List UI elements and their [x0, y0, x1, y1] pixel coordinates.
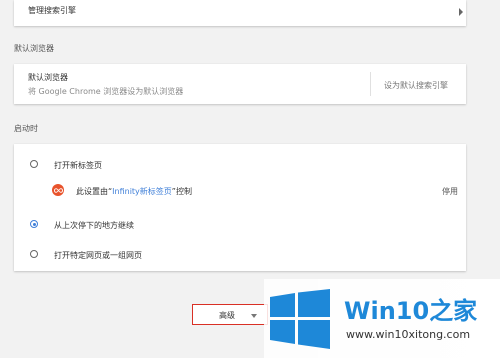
radio-continue[interactable] — [30, 220, 38, 228]
watermark-brand-name: Win10 — [344, 297, 430, 325]
radio-new-tab[interactable] — [30, 160, 38, 168]
win10-watermark: Win10之家 www.win10xitong.com — [264, 279, 500, 358]
chevron-right-icon — [459, 8, 463, 16]
startup-section-title: 启动时 — [14, 124, 38, 133]
disable-extension-button[interactable]: 停用 — [442, 186, 458, 197]
startup-option-specific-pages[interactable]: 打开特定网页或一组网页 — [14, 246, 466, 266]
startup-option-label: 从上次停下的地方继续 — [54, 221, 134, 230]
default-browser-title: 默认浏览器 — [28, 73, 68, 82]
extension-control-notice: 此设置由“Infinity新标签页”控制 停用 — [14, 178, 466, 202]
manage-search-engines-card[interactable]: 管理搜索引擎 — [14, 0, 466, 26]
extension-notice-suffix: ”控制 — [171, 187, 192, 196]
startup-option-label: 打开新标签页 — [54, 161, 102, 170]
default-browser-card: 默认浏览器 将 Google Chrome 浏览器设为默认浏览器 设为默认搜索引… — [14, 64, 466, 104]
watermark-brand-suffix: 之家 — [429, 297, 478, 325]
default-browser-description: 将 Google Chrome 浏览器设为默认浏览器 — [28, 87, 184, 96]
windows-logo-icon — [270, 289, 330, 349]
divider — [370, 72, 371, 96]
advanced-label: 高级 — [219, 311, 235, 320]
watermark-url: www.win10xitong.com — [346, 328, 471, 341]
infinity-extension-icon — [52, 184, 64, 196]
startup-option-continue[interactable]: 从上次停下的地方继续 — [14, 214, 466, 234]
default-browser-section-title: 默认浏览器 — [14, 44, 54, 53]
manage-search-engines-label: 管理搜索引擎 — [28, 6, 76, 15]
radio-specific-pages[interactable] — [30, 250, 38, 258]
extension-name-link[interactable]: Infinity新标签页 — [112, 187, 172, 196]
startup-option-new-tab[interactable]: 打开新标签页 — [14, 150, 466, 170]
set-default-button[interactable]: 设为默认搜索引擎 — [384, 80, 448, 91]
watermark-brand: Win10之家 — [344, 291, 477, 326]
startup-option-label: 打开特定网页或一组网页 — [54, 251, 142, 260]
extension-notice-prefix: 此设置由“ — [76, 187, 113, 196]
extension-notice-text: 此设置由“Infinity新标签页”控制 — [76, 186, 192, 197]
caret-down-icon — [251, 314, 257, 318]
advanced-button[interactable]: 高级 — [192, 304, 268, 325]
startup-card: 打开新标签页 此设置由“Infinity新标签页”控制 停用 从上次停下的地方继… — [14, 144, 466, 271]
